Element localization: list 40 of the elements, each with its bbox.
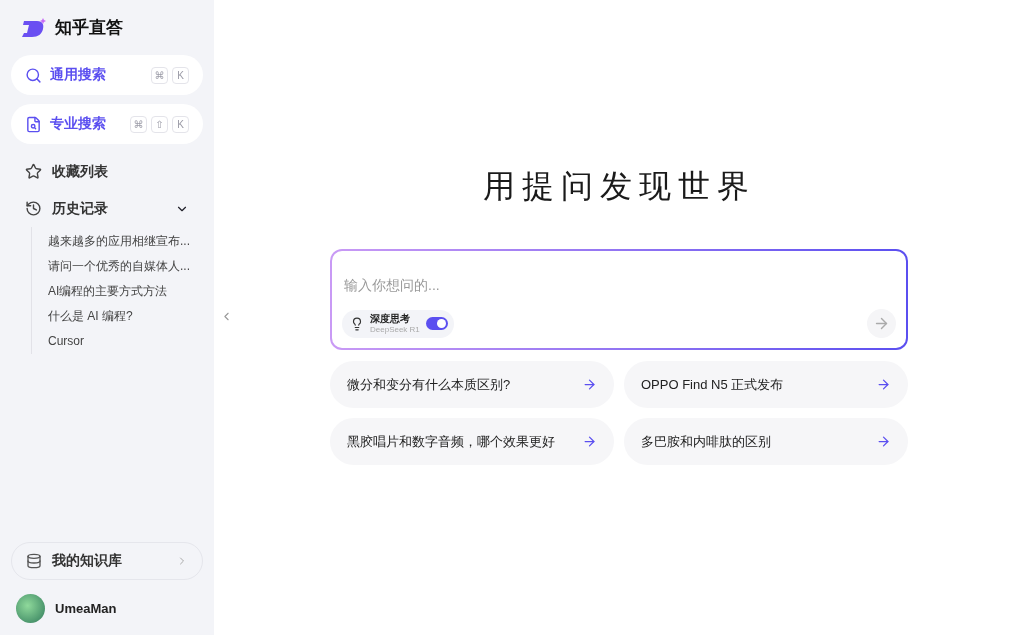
database-icon xyxy=(26,553,42,569)
deep-think-title: 深度思考 xyxy=(370,312,411,325)
arrow-right-icon xyxy=(873,315,890,332)
history-item[interactable]: 请问一个优秀的自媒体人... xyxy=(48,254,203,279)
history-item[interactable]: Cursor xyxy=(48,329,203,354)
shortcut-key: ⌘ xyxy=(130,115,147,133)
suggestion-card[interactable]: OPPO Find N5 正式发布 xyxy=(624,361,908,408)
model-name: DeepSeek R1 xyxy=(370,324,420,335)
history-item[interactable]: AI编程的主要方式方法 xyxy=(48,279,203,304)
suggestion-card[interactable]: 微分和变分有什么本质区别? xyxy=(330,361,614,408)
shortcut-key: K xyxy=(172,115,189,133)
shortcut-key: ⇧ xyxy=(151,115,168,133)
clock-icon xyxy=(25,200,42,217)
user-name: UmeaMan xyxy=(55,601,117,616)
document-search-icon xyxy=(25,115,42,133)
question-input-field[interactable]: 输入你想问的... 深度思考 DeepSeek R1 xyxy=(330,249,908,350)
toggle-switch[interactable] xyxy=(425,317,448,330)
headline: 用提问发现世界 xyxy=(482,167,756,206)
sidebar-item[interactable]: 历史记录 xyxy=(11,190,203,227)
history-item[interactable]: 越来越多的应用相继宣布... xyxy=(48,229,203,254)
logo-icon xyxy=(21,16,47,39)
search-icon xyxy=(25,66,42,84)
avatar[interactable] xyxy=(16,594,45,623)
search-mode-button[interactable]: 通用搜索 ⌘ K xyxy=(11,55,203,95)
star-icon xyxy=(25,163,42,180)
arrow-right-icon xyxy=(582,377,597,392)
send-button[interactable] xyxy=(867,309,896,338)
deep-think-toggle[interactable]: 深度思考 DeepSeek R1 xyxy=(342,309,454,338)
arrow-right-icon xyxy=(582,434,597,449)
arrow-right-icon xyxy=(876,377,891,392)
lightbulb-icon xyxy=(350,316,364,331)
search-mode-button[interactable]: 专业搜索 ⌘ ⇧ K xyxy=(11,104,203,144)
brand-name: 知乎直答 xyxy=(55,17,123,39)
arrow-right-icon xyxy=(876,434,891,449)
suggestion-card[interactable]: 黑胶唱片和数字音频，哪个效果更好 xyxy=(330,418,614,465)
shortcut-key: K xyxy=(172,66,189,84)
suggestion-card[interactable]: 多巴胺和内啡肽的区别 xyxy=(624,418,908,465)
history-item[interactable]: 什么是 AI 编程? xyxy=(48,304,203,329)
shortcut-key: ⌘ xyxy=(151,66,168,84)
sidebar-item[interactable]: 收藏列表 xyxy=(11,153,203,190)
